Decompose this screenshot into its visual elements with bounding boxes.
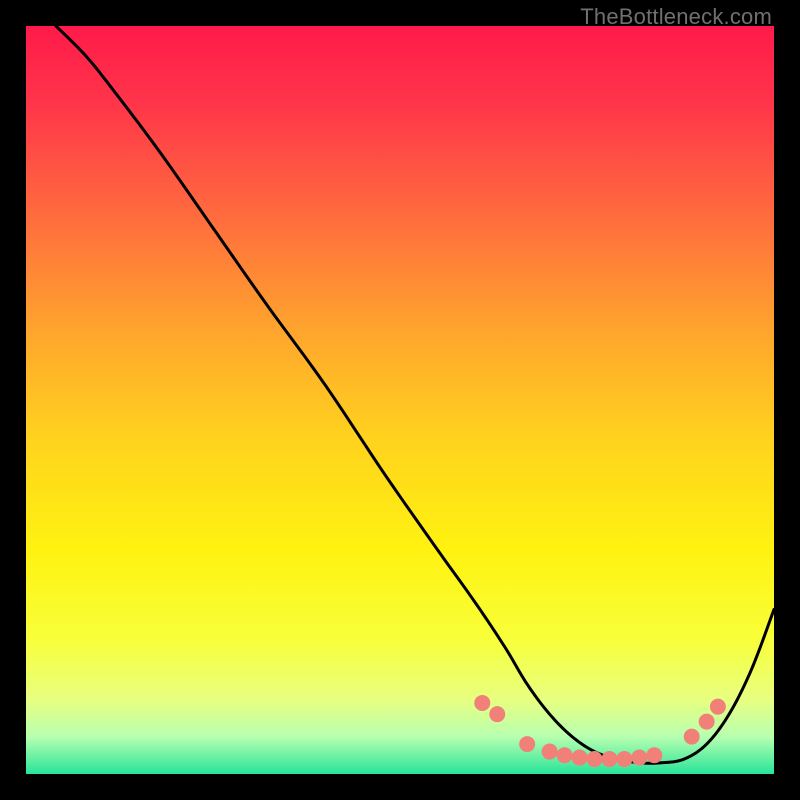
- data-marker: [646, 747, 662, 763]
- data-marker: [474, 695, 490, 711]
- gradient-background: [26, 26, 774, 774]
- data-marker: [519, 736, 535, 752]
- data-marker: [710, 699, 726, 715]
- data-marker: [616, 751, 632, 767]
- data-marker: [572, 750, 588, 766]
- data-marker: [586, 751, 602, 767]
- data-marker: [684, 729, 700, 745]
- data-marker: [557, 747, 573, 763]
- data-marker: [601, 751, 617, 767]
- chart-frame: [26, 26, 774, 774]
- chart-svg: [26, 26, 774, 774]
- data-marker: [542, 744, 558, 760]
- data-marker: [631, 750, 647, 766]
- data-marker: [699, 714, 715, 730]
- data-marker: [489, 706, 505, 722]
